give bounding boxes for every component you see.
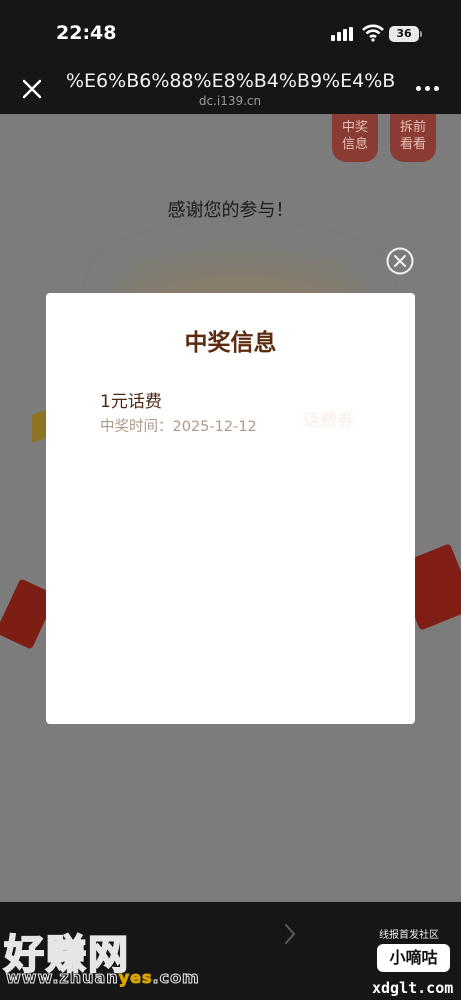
prize-time-value: 2025-12-12	[172, 419, 257, 435]
community-site: xdglt.com	[372, 979, 454, 997]
community-label: 线报首发社区	[379, 930, 439, 941]
prize-time-label: 中奖时间：	[100, 419, 173, 435]
battery-icon: 36	[389, 26, 422, 42]
prize-time: 中奖时间：2025-12-12	[100, 415, 257, 436]
more-menu-icon[interactable]	[414, 84, 442, 94]
preview-button[interactable]: 拆前 看看	[390, 114, 436, 162]
dismiss-icon[interactable]	[386, 247, 414, 275]
cellular-signal-icon	[331, 27, 355, 41]
page-domain: dc.i139.cn	[198, 94, 262, 108]
watermark-url: www.zhuanyes.com	[6, 968, 200, 988]
thanks-message: 感谢您的参与！	[167, 200, 294, 221]
winning-info-button[interactable]: 中奖 信息	[332, 114, 378, 162]
prize-name: 1元话费	[100, 392, 162, 412]
chevron-right-icon[interactable]	[283, 922, 297, 946]
faded-coupon-label: 话费券	[303, 411, 354, 431]
browser-nav-bar: %E6%B6%88%E8%B4%B9%E4%B dc.i139.cn	[0, 62, 461, 114]
dialog-title: 中奖信息	[184, 330, 277, 356]
community-badge: 小嘀咕	[377, 944, 450, 972]
wifi-icon	[362, 24, 384, 42]
close-icon[interactable]	[18, 75, 46, 103]
status-time: 22:48	[56, 22, 117, 44]
winning-info-dialog: 中奖信息 1元话费 中奖时间：2025-12-12 话费券	[46, 293, 415, 724]
watermark-bar: 好赚网 www.zhuanyes.com 线报首发社区 小嘀咕 xdglt.co…	[0, 902, 461, 1000]
status-bar: 22:48 36	[0, 0, 461, 62]
page-title: %E6%B6%88%E8%B4%B9%E4%B	[66, 70, 394, 92]
